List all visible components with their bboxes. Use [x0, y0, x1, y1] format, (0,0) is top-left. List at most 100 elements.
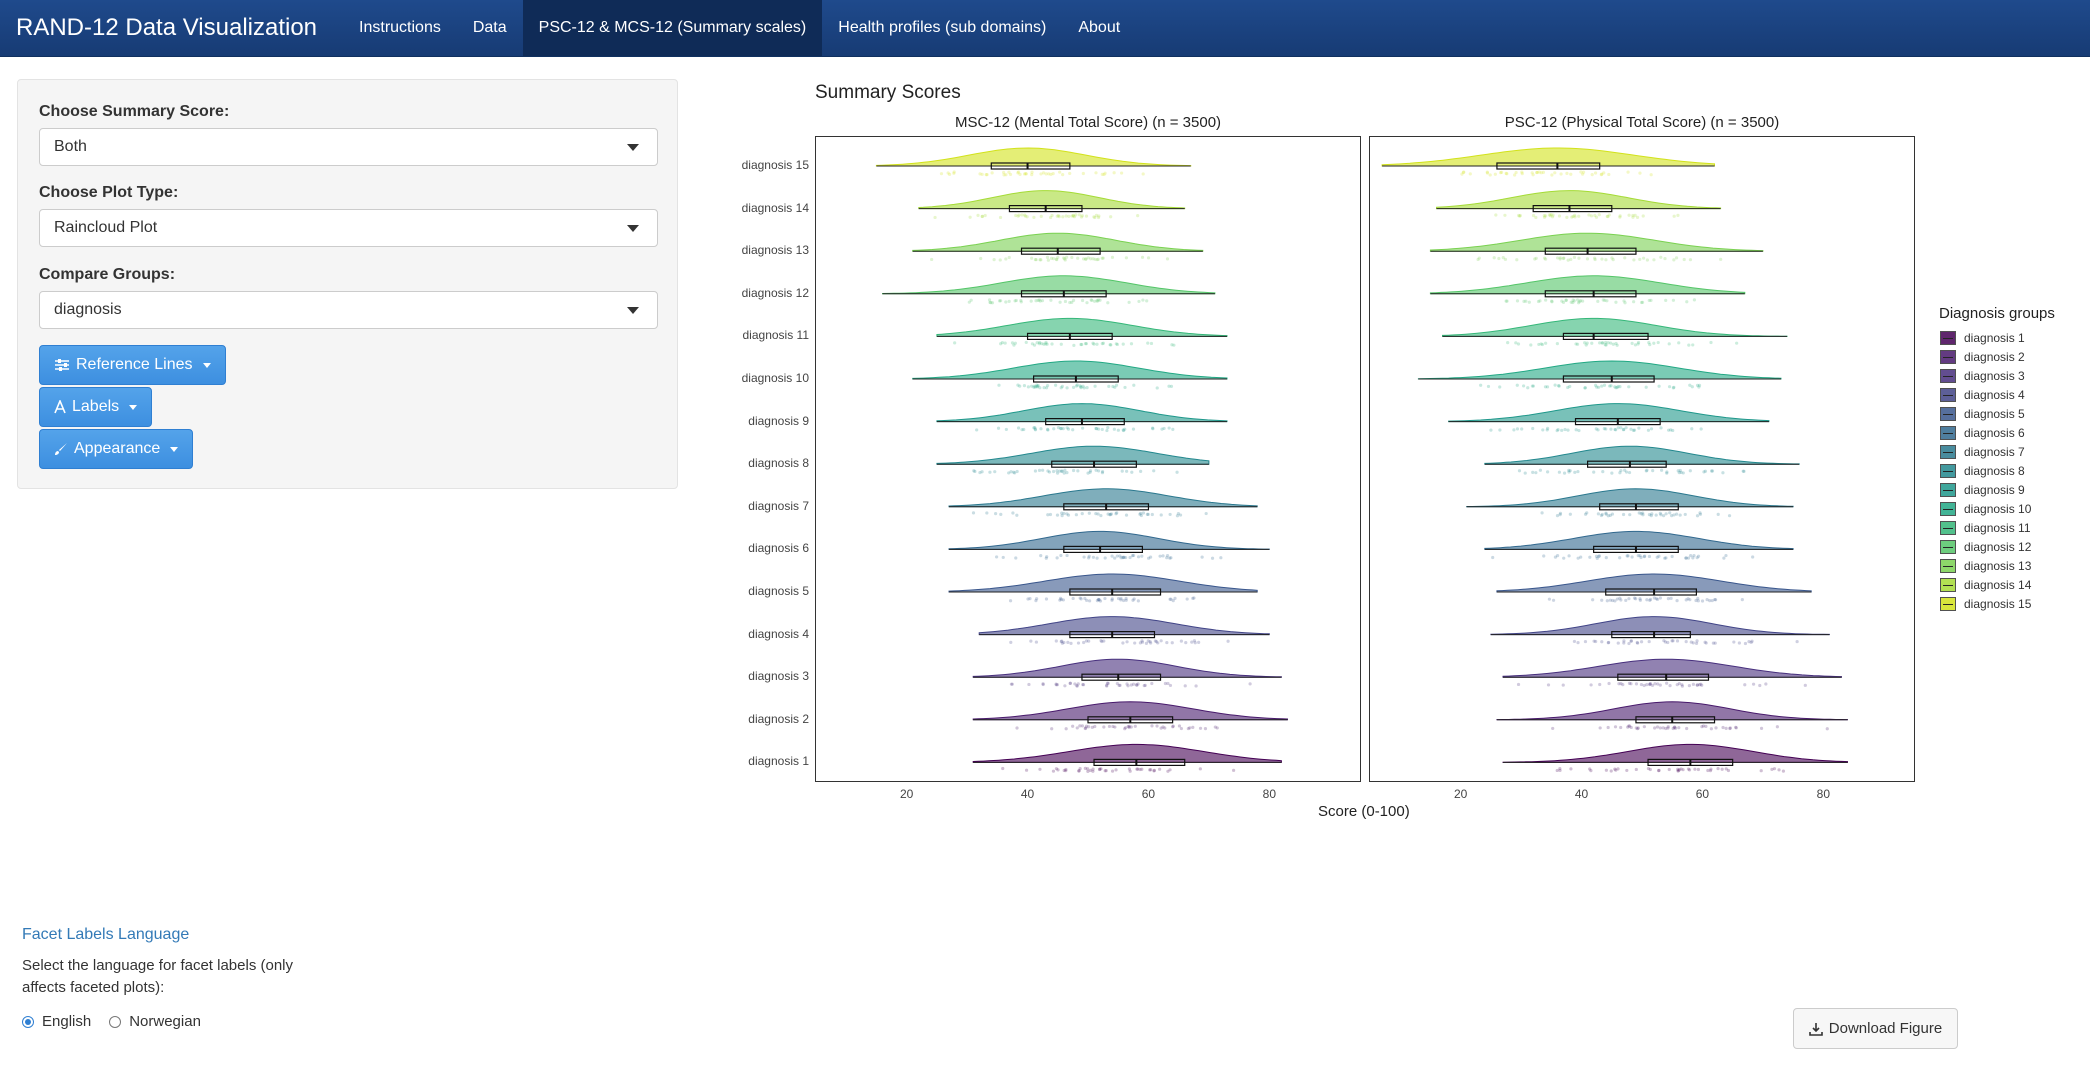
rain-point	[1642, 725, 1646, 729]
rain-point	[1675, 512, 1679, 516]
rain-point	[1743, 683, 1747, 687]
rain-point	[1111, 724, 1115, 729]
rain-point	[989, 301, 993, 305]
rain-point	[996, 426, 1001, 430]
rain-point	[1610, 512, 1615, 516]
rain-point	[1009, 470, 1013, 474]
rain-point	[1678, 513, 1682, 517]
rain-point	[1581, 170, 1586, 174]
rain-point	[1068, 171, 1072, 176]
rain-point	[1609, 341, 1613, 345]
rain-point	[1625, 768, 1629, 773]
rain-point	[1685, 300, 1689, 304]
rain-point	[1569, 172, 1573, 176]
app-brand[interactable]: RAND-12 Data Visualization	[0, 14, 333, 42]
rain-point	[1569, 257, 1573, 261]
legend-swatch	[1940, 558, 1956, 573]
compare-groups-select[interactable]: diagnosis	[39, 291, 658, 329]
rain-point	[1128, 769, 1132, 773]
rain-point	[1139, 469, 1143, 473]
tab-summary-scales[interactable]: PSC-12 & MCS-12 (Summary scales)	[522, 0, 823, 56]
radio-english-label[interactable]: English	[42, 1013, 91, 1030]
rain-point	[1041, 468, 1045, 472]
rain-point	[1007, 255, 1011, 260]
rain-point	[1576, 556, 1580, 560]
rain-point	[1126, 684, 1130, 688]
rain-point	[1051, 769, 1056, 773]
reference-lines-button[interactable]: Reference Lines	[39, 345, 226, 385]
rain-point	[1141, 298, 1145, 302]
rain-point	[1710, 469, 1714, 473]
rain-point	[1036, 383, 1040, 388]
rain-point	[1721, 471, 1725, 475]
tab-about[interactable]: About	[1062, 0, 1136, 56]
reference-lines-label: Reference Lines	[76, 356, 193, 373]
x-tick-label: 20	[1453, 787, 1468, 801]
rain-point	[1183, 684, 1187, 688]
rain-point	[1596, 385, 1601, 389]
rain-point	[1590, 341, 1594, 345]
rain-point	[1184, 640, 1188, 645]
rain-point	[1638, 597, 1642, 601]
rain-point	[1690, 427, 1694, 431]
plot-type-select[interactable]: Raincloud Plot	[39, 209, 658, 247]
rain-point	[1024, 768, 1029, 772]
rain-point	[1083, 596, 1087, 601]
rain-point	[1706, 768, 1710, 773]
font-icon	[54, 400, 66, 414]
rain-point	[1686, 767, 1691, 771]
rain-point	[1039, 553, 1043, 558]
rain-point	[1673, 725, 1677, 729]
tab-instructions[interactable]: Instructions	[343, 0, 457, 56]
summary-score-select[interactable]: Both	[39, 128, 658, 166]
rain-point	[1158, 767, 1162, 771]
rain-point	[1136, 214, 1140, 218]
rain-point	[1559, 172, 1563, 176]
labels-button[interactable]: Labels	[39, 387, 153, 427]
rain-point	[1081, 171, 1085, 176]
rain-point	[1070, 300, 1074, 304]
rain-point	[1129, 342, 1134, 346]
legend-swatch	[1940, 406, 1956, 421]
rain-point	[1074, 513, 1078, 517]
rain-point	[1600, 384, 1604, 388]
radio-english[interactable]	[22, 1015, 34, 1028]
rain-point	[1692, 553, 1696, 558]
legend-swatch	[1940, 501, 1956, 516]
radio-norwegian-label[interactable]: Norwegian	[129, 1013, 201, 1030]
rain-point	[1123, 427, 1127, 431]
rain-point	[1503, 213, 1507, 217]
rain-point	[1699, 427, 1703, 431]
appearance-button[interactable]: Appearance	[39, 429, 194, 469]
rain-point	[1616, 641, 1620, 645]
rain-point	[1677, 726, 1681, 730]
rain-point	[1555, 428, 1559, 433]
rain-point	[1064, 769, 1068, 773]
rain-point	[1516, 682, 1521, 687]
rain-point	[1599, 513, 1603, 518]
rain-point	[1133, 641, 1137, 645]
rain-point	[1557, 214, 1562, 218]
rain-point	[1064, 255, 1069, 259]
rain-point	[1039, 427, 1043, 431]
radio-norwegian[interactable]	[109, 1015, 122, 1028]
rain-point	[1546, 470, 1550, 474]
rain-point	[1232, 768, 1236, 772]
rain-point	[1593, 213, 1597, 218]
download-figure-button[interactable]: Download Figure	[1793, 1008, 1958, 1049]
rain-point	[1018, 172, 1022, 176]
y-tick-label: diagnosis 10	[741, 371, 809, 385]
rain-point	[1645, 258, 1650, 262]
rain-point	[1121, 641, 1125, 645]
rain-point	[1110, 597, 1114, 601]
tab-health-profiles[interactable]: Health profiles (sub domains)	[822, 0, 1062, 56]
rain-point	[1609, 427, 1613, 431]
rain-point	[1566, 385, 1570, 390]
rain-point	[1555, 553, 1560, 558]
rain-point	[1734, 726, 1738, 730]
tab-data[interactable]: Data	[457, 0, 523, 56]
rain-point	[1059, 596, 1063, 600]
rain-point	[1646, 766, 1651, 771]
rain-point	[1716, 512, 1720, 516]
rain-point	[1058, 170, 1062, 174]
